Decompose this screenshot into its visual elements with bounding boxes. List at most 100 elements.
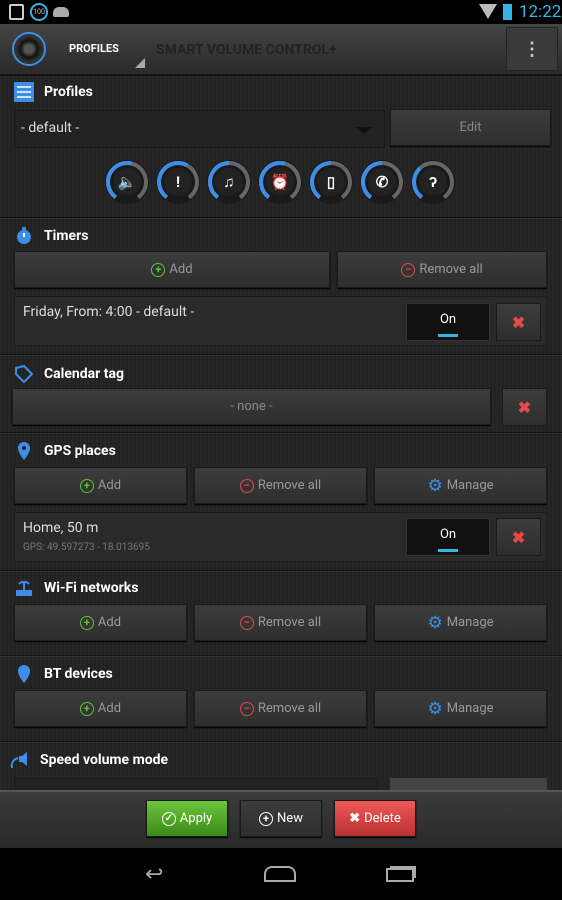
call-icon: ✆: [375, 173, 389, 191]
profile-select[interactable]: - default -: [14, 110, 385, 148]
volume-knob[interactable]: ⏰: [257, 159, 303, 205]
battery-icon: [503, 4, 512, 20]
action-bar: PROFILES SMART VOLUME CONTROL+ ⋮: [0, 24, 562, 76]
stopwatch-icon: [17, 227, 31, 244]
button-label: New: [277, 811, 303, 826]
chevron-down-icon: [356, 127, 372, 134]
remove-all-timers-button[interactable]: − Remove all: [337, 251, 547, 288]
profile-select-value: - default -: [21, 120, 80, 136]
toggle-label: On: [439, 312, 457, 327]
sliders-icon: [14, 82, 34, 102]
android-icon: [53, 7, 69, 17]
button-label: Add: [97, 478, 122, 493]
content-scroll[interactable]: Profiles - default - Edit 🔈 ! ♫ ⏰ ▯ ✆ ʔ …: [0, 76, 562, 790]
apply-button[interactable]: ✓ Apply: [146, 800, 228, 837]
button-label: Remove all: [257, 701, 322, 716]
add-icon: +: [151, 262, 166, 277]
button-label: Manage: [446, 615, 494, 630]
volume-knob[interactable]: ʔ: [410, 159, 456, 205]
remove-all-gps-button[interactable]: − Remove all: [194, 467, 367, 504]
overflow-menu-button[interactable]: ⋮: [506, 27, 558, 71]
timer-toggle[interactable]: On: [406, 303, 490, 341]
section-title: Timers: [44, 228, 89, 244]
clear-calendar-button[interactable]: ✖: [502, 388, 547, 426]
notification-list-icon: [9, 4, 24, 20]
volume-knob[interactable]: 🔈: [104, 159, 150, 205]
profiles-nav-dropdown[interactable]: PROFILES: [69, 42, 119, 55]
button-label: Add: [169, 262, 193, 277]
speed-mode-select[interactable]: [14, 778, 377, 790]
button-label: Add: [97, 615, 122, 630]
new-button[interactable]: + New: [240, 800, 322, 837]
music-icon: ♫: [223, 173, 235, 191]
add-icon: +: [79, 615, 94, 630]
gps-place-toggle[interactable]: On: [406, 518, 490, 556]
clock: 12:22: [519, 2, 562, 22]
system-nav-bar: ↩: [0, 848, 562, 900]
tag-icon: [15, 364, 34, 384]
bluetooth-pin-icon: [18, 665, 30, 683]
section-title: GPS places: [44, 443, 116, 459]
add-gps-button[interactable]: + Add: [14, 467, 187, 504]
add-wifi-button[interactable]: + Add: [14, 604, 187, 641]
button-label: Remove all: [257, 478, 322, 493]
back-icon[interactable]: ↩: [145, 862, 163, 887]
gear-icon: ⚙: [427, 475, 443, 496]
speed-mode-button[interactable]: [390, 778, 547, 790]
button-label: Remove all: [419, 262, 483, 277]
edit-profile-button[interactable]: Edit: [390, 109, 551, 146]
home-icon[interactable]: [264, 866, 296, 882]
volume-knob[interactable]: ♫: [206, 159, 252, 205]
profiles-header: Profiles: [14, 82, 93, 102]
delete-gps-place-button[interactable]: ✖: [496, 518, 541, 556]
wifi-header: Wi-Fi networks: [14, 578, 138, 598]
app-logo-icon[interactable]: [12, 32, 46, 66]
add-bt-button[interactable]: + Add: [14, 690, 187, 727]
remove-icon: −: [239, 478, 254, 493]
remove-icon: −: [239, 615, 254, 630]
button-label: Add: [97, 701, 122, 716]
timers-header: Timers: [14, 226, 88, 246]
location-pin-icon: [18, 442, 30, 460]
add-circle-icon: +: [259, 811, 274, 826]
calendar-tag-select[interactable]: - none -: [12, 388, 491, 425]
remove-icon: −: [239, 701, 254, 716]
volume-knob[interactable]: ✆: [359, 159, 405, 205]
section-title: Profiles: [44, 84, 93, 100]
add-icon: +: [79, 478, 94, 493]
close-icon: ✖: [511, 527, 526, 547]
close-icon: ✖: [511, 312, 526, 332]
section-title: Wi-Fi networks: [44, 580, 139, 596]
remove-all-bt-button[interactable]: − Remove all: [194, 690, 367, 727]
timer-text: Friday, From: 4:00 - default -: [23, 304, 195, 320]
volume-knob[interactable]: ▯: [308, 159, 354, 205]
speed-header: Speed volume mode: [10, 750, 168, 770]
status-bar: 100 12:22: [0, 0, 562, 24]
manage-wifi-button[interactable]: ⚙ Manage: [374, 604, 547, 641]
recent-apps-icon[interactable]: [386, 868, 414, 882]
button-label: Remove all: [257, 615, 322, 630]
delete-button[interactable]: ✖ Delete: [334, 800, 416, 837]
add-timer-button[interactable]: + Add: [14, 251, 330, 288]
bottom-action-bar: ✓ Apply + New ✖ Delete: [0, 790, 562, 848]
close-icon: ✖: [517, 397, 532, 417]
gear-icon: ⚙: [427, 698, 443, 719]
alarm-icon: ⏰: [270, 173, 290, 191]
app-title: SMART VOLUME CONTROL+: [156, 42, 337, 58]
section-title: Calendar tag: [44, 366, 124, 382]
toggle-label: On: [439, 527, 457, 542]
remove-icon: −: [401, 262, 416, 277]
volume-knob[interactable]: !: [155, 159, 201, 205]
section-title: BT devices: [44, 666, 113, 682]
check-circle-icon: ✓: [161, 811, 176, 826]
remove-all-wifi-button[interactable]: − Remove all: [194, 604, 367, 641]
speaker-icon: 🔈: [117, 173, 137, 191]
dropdown-corner-icon: [135, 58, 145, 68]
button-label: Manage: [446, 701, 494, 716]
delete-timer-button[interactable]: ✖: [496, 303, 541, 341]
manage-gps-button[interactable]: ⚙ Manage: [374, 467, 547, 504]
manage-bt-button[interactable]: ⚙ Manage: [374, 690, 547, 727]
gear-icon: ⚙: [427, 612, 443, 633]
button-label: Delete: [364, 811, 401, 826]
notification-icon: !: [175, 173, 181, 191]
